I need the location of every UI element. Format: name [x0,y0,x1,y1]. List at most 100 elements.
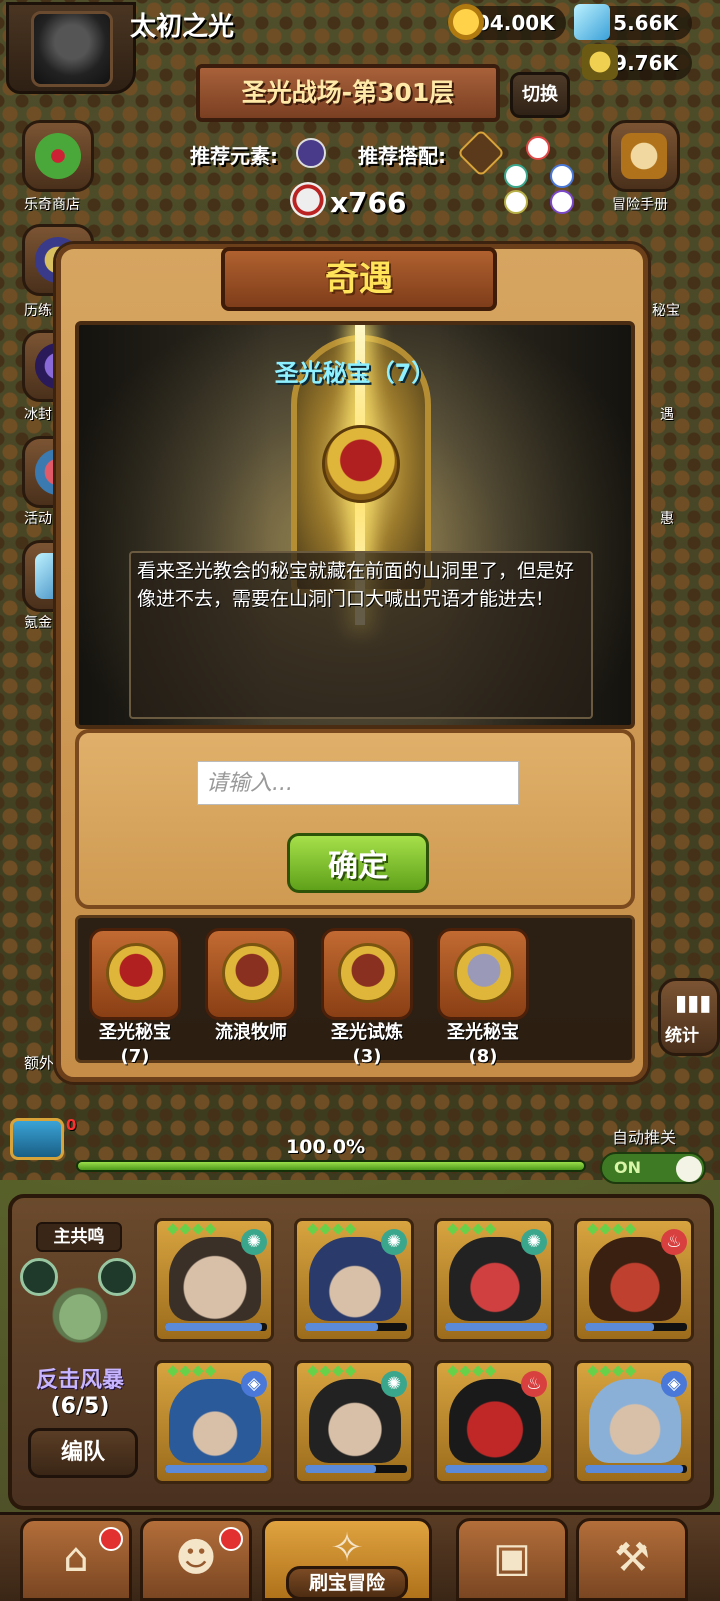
hero-energy-bar [305,1323,407,1331]
main-resonance-label: 主共鸣 [36,1222,122,1252]
hero-card[interactable]: ◆◆◆◆ ✺ [294,1218,414,1342]
side-label-trial: 历练 [24,303,52,319]
dialog-title: 奇遇 [221,247,497,311]
hero-energy-bar [445,1465,547,1473]
resonance-emblem-icon[interactable] [20,1258,140,1362]
lucky-shop-button[interactable] [22,120,94,192]
stage-title-banner: 圣光战场-第301层 [196,64,500,122]
star-rating: ◆◆◆◆ [587,1219,638,1237]
nav-hero-button[interactable]: ☻ [140,1518,252,1601]
book-medal-icon [338,943,398,1003]
wind-element-icon: ✺ [381,1371,407,1397]
potion-jar-icon [582,44,618,80]
confirm-button[interactable]: 确定 [287,833,429,893]
gold-coin-icon [448,4,484,40]
statistics-label: 统计 [665,1026,699,1046]
compass-map-icon: ✧ [330,1525,364,1571]
nav-forge-button[interactable]: ⚒ [576,1518,688,1601]
wind-element-icon: ✺ [381,1229,407,1255]
skull-icon [290,182,326,218]
treasure-cave-scene: 圣光秘宝（7） 看来圣光教会的秘宝就藏在前面的山洞里了，但是好像进不去，需要在山… [75,321,635,729]
side-label-benefit: 惠 [660,511,674,527]
history-icon-frame [205,928,297,1020]
notification-dot [219,1527,243,1551]
toggle-knob [676,1156,702,1182]
hammer-icon: ⚒ [614,1535,650,1581]
water-element-icon: ◈ [661,1371,687,1397]
potion-counter: 69.76K [582,44,692,80]
answer-panel: 确定 [75,729,635,909]
clover-icon [35,133,81,179]
star-rating: ◆◆◆◆ [307,1219,358,1237]
scroll-icon [621,133,667,179]
demon-medal-icon [106,943,166,1003]
treasure-chest-icon[interactable] [10,1118,64,1160]
side-label-event: 活动 [24,511,52,527]
star-rating: ◆◆◆◆ [447,1361,498,1379]
kill-count: x766 [330,186,407,219]
side-label-topup: 氪金 [24,615,52,631]
gem-value: 5.66K [613,11,678,35]
side-label-shop: 乐奇商店 [24,197,80,213]
side-label-adventure-book: 冒险手册 [612,197,668,213]
hero-card[interactable]: ◆◆◆◆ ✺ [294,1360,414,1484]
nav-bag-button[interactable]: ▣ [456,1518,568,1601]
hero-card[interactable]: ◆◆◆◆ ✺ [154,1218,274,1342]
hero-energy-bar [445,1323,547,1331]
bar-chart-icon: ▮▮▮ [675,991,712,1016]
history-item[interactable]: 圣光秘宝 (7) [80,928,190,1068]
star-rating: ◆◆◆◆ [307,1361,358,1379]
player-name: 太初之光 [130,12,235,42]
recommend-combo-label: 推荐搭配: [358,144,446,168]
knight-helmet-avatar-icon [31,11,113,87]
formation-button[interactable]: 编队 [28,1428,138,1478]
demon-medal-icon [322,425,400,503]
hero-energy-bar [165,1465,267,1473]
hero-card[interactable]: ◆◆◆◆ ✺ [434,1218,554,1342]
fire-element-icon: ♨ [661,1229,687,1255]
notification-dot [99,1527,123,1551]
statistics-button[interactable]: ▮▮▮ 统计 [658,978,720,1056]
star-rating: ◆◆◆◆ [167,1219,218,1237]
wind-element-icon: ✺ [241,1229,267,1255]
hero-card[interactable]: ◆◆◆◆ ◈ [154,1360,274,1484]
hero-card[interactable]: ◆◆◆◆ ♨ [434,1360,554,1484]
history-label: 圣光秘宝 [99,1022,171,1043]
light-element-icon [504,190,528,214]
history-sub: (3) [352,1046,382,1067]
backpack-icon: ▣ [493,1535,531,1581]
encounter-history: 圣光秘宝 (7) 流浪牧师 圣光试炼 (3) 圣光秘宝 (8) [75,915,635,1067]
history-item[interactable]: 流浪牧师 [196,928,306,1046]
wind-element-icon [504,164,528,188]
fire-element-icon: ♨ [521,1371,547,1397]
resonance-skill-name: 反击风暴 [35,1368,124,1393]
switch-stage-button[interactable]: 切换 [510,72,570,118]
gold-counter: 104.00K [448,4,566,40]
spell-input[interactable] [197,761,519,805]
hero-energy-bar [585,1465,687,1473]
hero-card[interactable]: ◆◆◆◆ ♨ [574,1218,694,1342]
scene-title: 圣光秘宝（7） [274,359,436,387]
wind-element-icon: ✺ [521,1229,547,1255]
encounter-dialog: 奇遇 圣光秘宝（7） 看来圣光教会的秘宝就藏在前面的山洞里了，但是好像进不去，需… [56,244,648,1082]
nav-shop-button[interactable]: ⌂ [20,1518,132,1601]
recommend-element-label: 推荐元素: [190,144,278,168]
gem-counter: 5.66K [574,4,692,40]
star-rating: ◆◆◆◆ [167,1361,218,1379]
auto-push-toggle[interactable]: ON [600,1152,706,1184]
history-item[interactable]: 圣光秘宝 (8) [428,928,538,1068]
hero-energy-bar [305,1465,407,1473]
side-label-extra[interactable]: 额外 [24,1052,54,1073]
history-sub: (7) [120,1046,150,1067]
adventure-book-button[interactable] [608,120,680,192]
side-label-encounter: 遇 [660,407,674,423]
hero-card[interactable]: ◆◆◆◆ ◈ [574,1360,694,1484]
chest-badge: 0 [66,1116,77,1134]
side-label-frozen: 冰封 [24,407,52,423]
history-item[interactable]: 圣光试炼 (3) [312,928,422,1068]
water-element-icon [550,164,574,188]
player-avatar-frame[interactable] [6,2,136,94]
star-rating: ◆◆◆◆ [587,1361,638,1379]
moon-element-icon [296,138,326,168]
resonance-skill-count: (6/5) [50,1394,110,1419]
